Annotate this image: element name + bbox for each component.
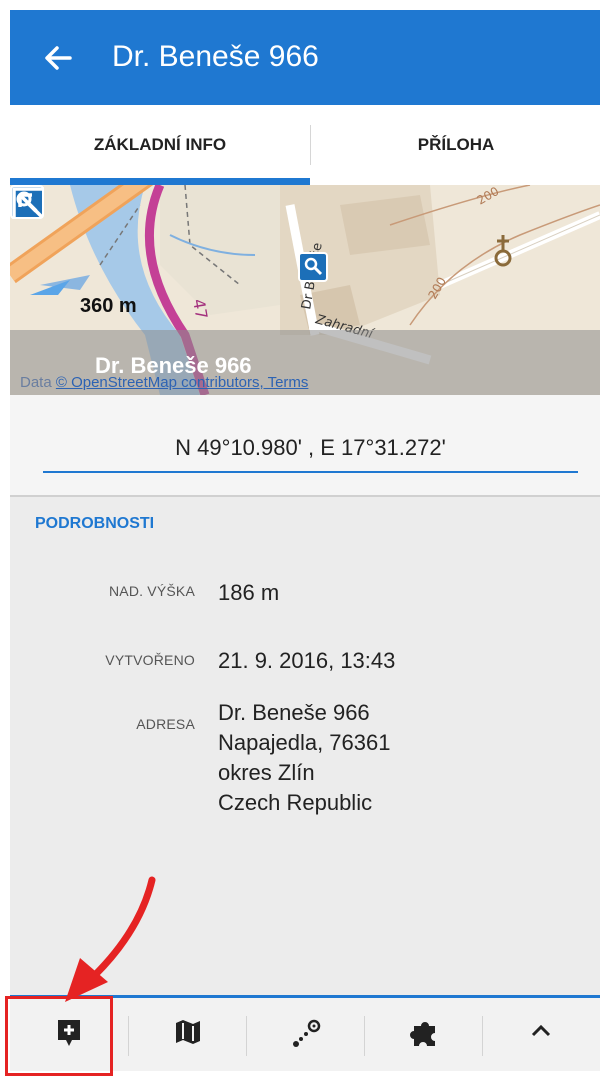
created-value: 21. 9. 2016, 13:43 [218,648,396,673]
route-points-button[interactable] [246,998,364,1071]
arrow-back-icon[interactable] [40,40,76,76]
expand-arrow-icon[interactable] [10,185,48,223]
address-line: Dr. Beneše 966 [218,700,370,725]
tab-attachment[interactable]: PŘÍLOHA [312,105,600,185]
route-points-icon [293,1019,321,1047]
coordinates-field[interactable]: N 49°10.980' , E 17°31.272' [43,435,578,461]
address-label: ADRESA [136,716,195,732]
elevation-value: 186 m [218,580,280,605]
page-title: Dr. Beneše 966 [112,40,319,73]
map-preview[interactable]: 200 200 47 Dr Beneše Zahradní 360 m [10,185,600,395]
tab-divider [310,125,311,165]
address-value: Dr. Beneše 966 Napajedla, 76361 okres Zl… [218,698,390,818]
attribution-prefix: Data [20,374,56,391]
map-button[interactable] [128,998,246,1071]
chevron-up-icon [531,1024,551,1037]
created-label: VYTVOŘENO [105,652,195,668]
details-heading: PODROBNOSTI [35,515,155,532]
address-line: Czech Republic [218,790,373,815]
elevation-label: NAD. VÝŠKA [108,583,195,599]
active-tab-indicator [10,178,310,185]
addons-button[interactable] [364,998,482,1071]
app-screen: Dr. Beneše 966 ZÁKLADNÍ INFO PŘÍLOHA 200… [10,10,600,1071]
tab-bar: ZÁKLADNÍ INFO PŘÍLOHA [10,105,600,186]
map-attribution[interactable]: Data © OpenStreetMap contributors, Terms [20,374,308,391]
section-divider [10,495,600,497]
annotation-highlight-box [5,996,113,1076]
attribution-link[interactable]: © OpenStreetMap contributors, Terms [56,374,309,391]
expand-toolbar-button[interactable] [482,998,600,1071]
tab-basic-info[interactable]: ZÁKLADNÍ INFO [10,105,310,185]
road-number: 47 [189,297,211,320]
addons-puzzle-icon [410,1022,435,1046]
address-line: Napajedla, 76361 [218,730,391,755]
coordinates-area: N 49°10.980' , E 17°31.272' [10,395,600,495]
app-bar: Dr. Beneše 966 [10,10,600,105]
address-line: okres Zlín [218,760,315,785]
map-scale-label: 360 m [80,295,137,317]
coordinates-underline [43,471,578,473]
map-icon [176,1020,200,1044]
